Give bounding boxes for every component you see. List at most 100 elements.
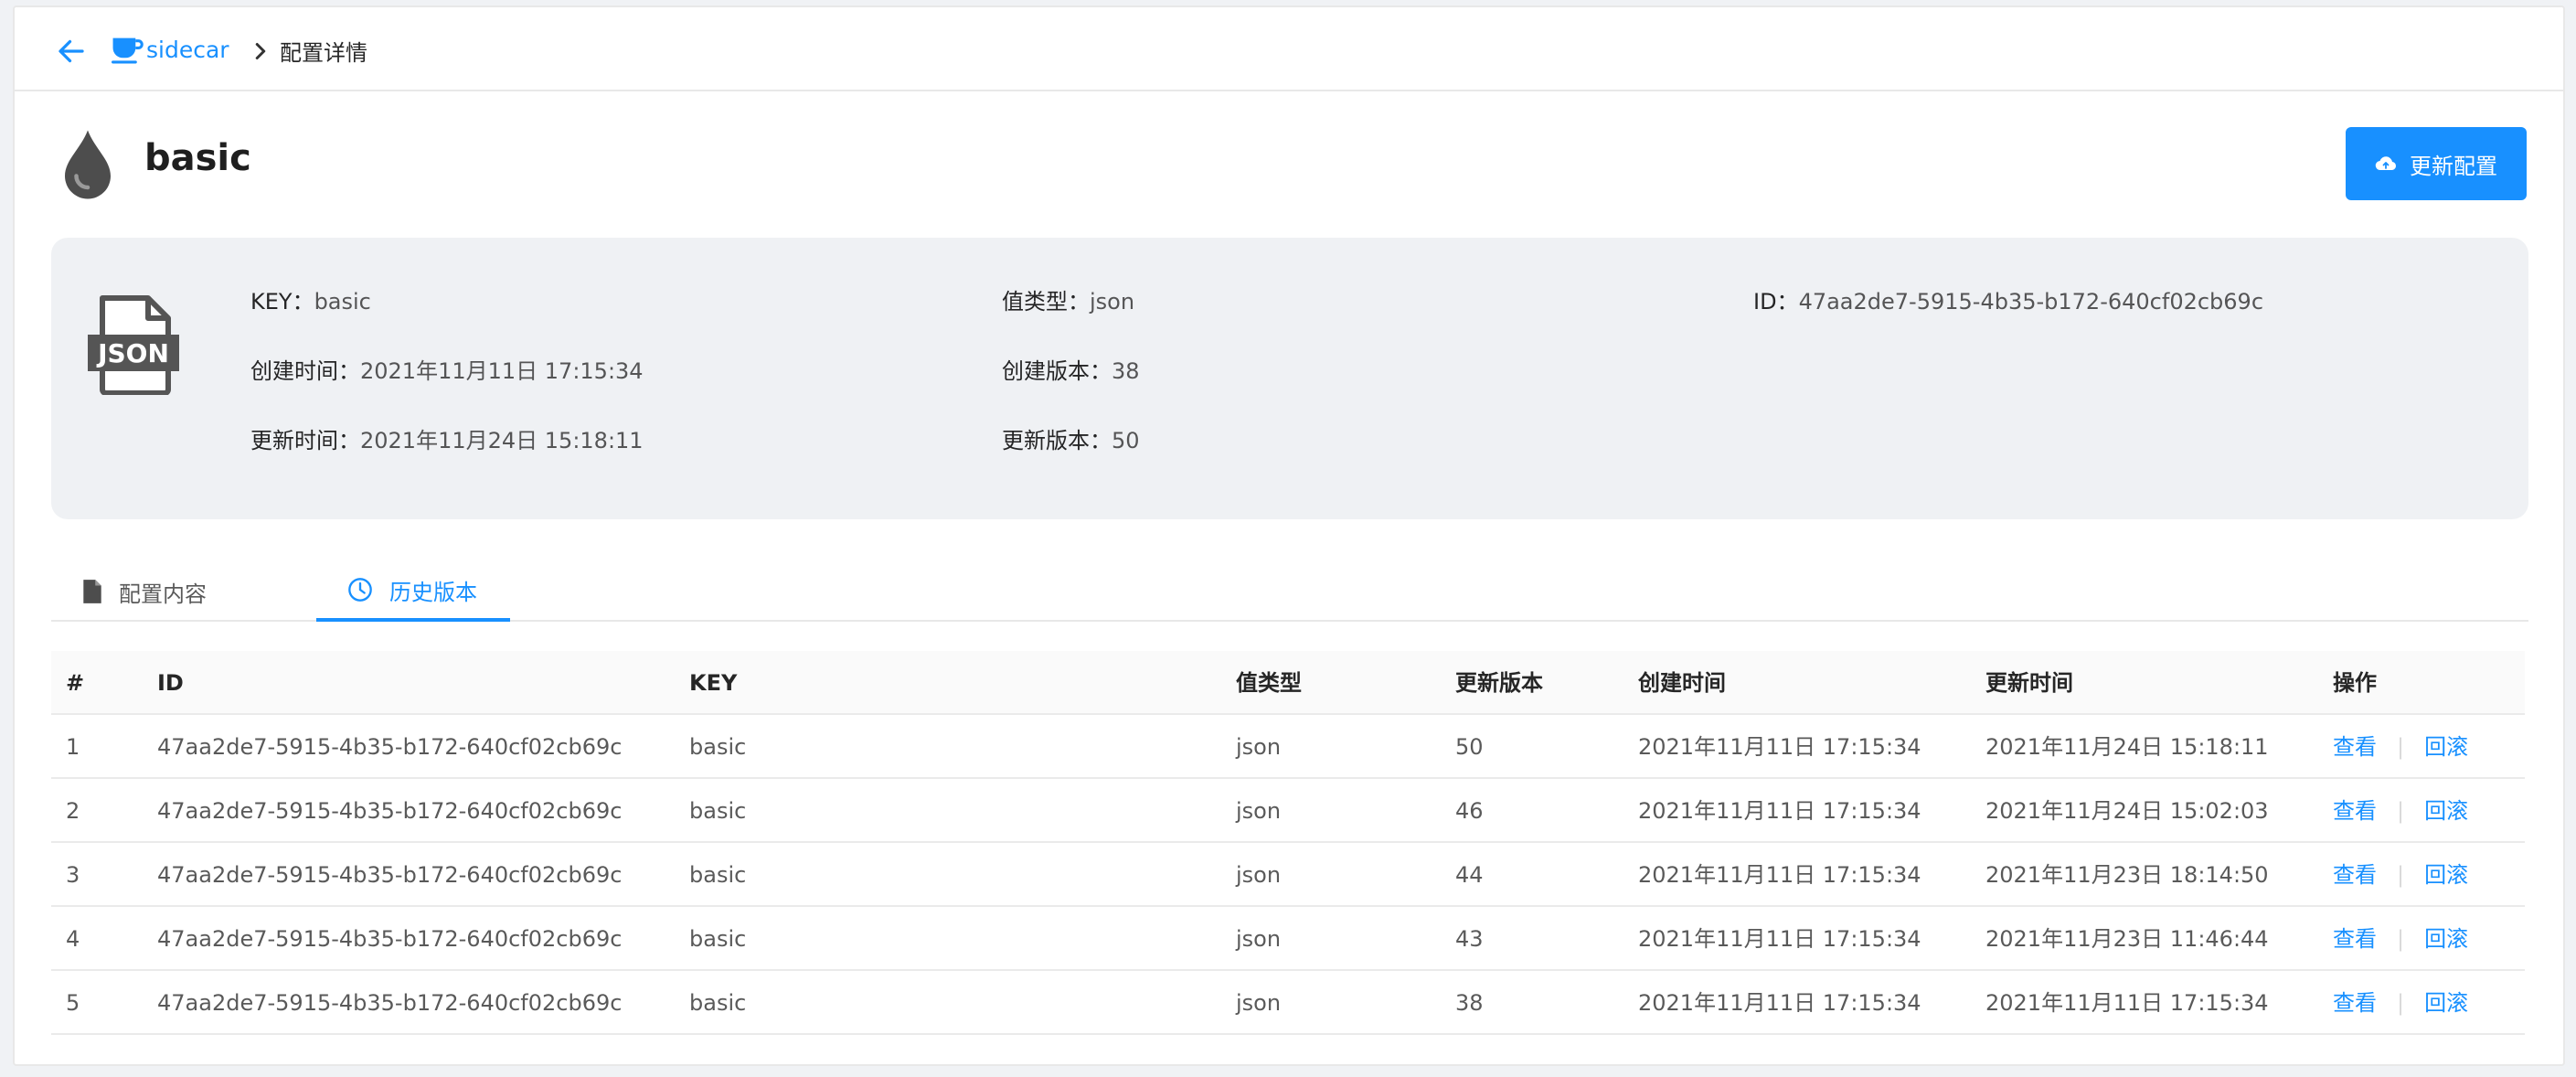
row-created-time: 2021年11月11日 17:15:34 — [1638, 990, 1921, 1016]
table-row: 4 47aa2de7-5915-4b35-b172-640cf02cb69c b… — [51, 907, 2525, 971]
tab-config-content[interactable]: 配置内容 — [51, 561, 238, 622]
row-index: 2 — [66, 798, 80, 824]
id-field: ID：47aa2de7-5915-4b35-b172-640cf02cb69c — [1753, 289, 2264, 315]
rollback-link[interactable]: 回滚 — [2424, 734, 2468, 760]
row-index: 4 — [66, 926, 80, 952]
header-id: ID — [157, 670, 184, 696]
row-key: basic — [689, 990, 747, 1016]
rollback-link[interactable]: 回滚 — [2424, 798, 2468, 824]
header-value-type: 值类型 — [1236, 670, 1302, 696]
row-created-time: 2021年11月11日 17:15:34 — [1638, 798, 1921, 824]
updated-time-field: 更新时间：2021年11月24日 15:18:11 — [250, 428, 644, 453]
row-value-type: json — [1236, 862, 1282, 888]
row-actions: 查看 | 回滚 — [2333, 971, 2468, 1035]
created-time-field: 创建时间：2021年11月11日 17:15:34 — [250, 358, 644, 384]
json-file-icon: JSON — [88, 295, 179, 395]
tab-history-versions[interactable]: 历史版本 — [316, 561, 510, 622]
row-value-type: json — [1236, 990, 1282, 1016]
header-created-time: 创建时间 — [1638, 670, 1726, 696]
row-version: 44 — [1455, 862, 1484, 888]
view-link[interactable]: 查看 — [2333, 862, 2377, 888]
back-arrow-icon[interactable] — [55, 35, 88, 68]
page-container: sidecar 配置详情 basic 更新配置 JSON KEY：basic 创… — [13, 5, 2565, 1066]
table-row: 2 47aa2de7-5915-4b35-b172-640cf02cb69c b… — [51, 779, 2525, 843]
update-config-button[interactable]: 更新配置 — [2346, 127, 2527, 200]
header-updated-time: 更新时间 — [1985, 670, 2073, 696]
rollback-link[interactable]: 回滚 — [2424, 862, 2468, 888]
row-updated-time: 2021年11月23日 18:14:50 — [1985, 862, 2269, 888]
value-type-field: 值类型：json — [1002, 289, 1135, 315]
view-link[interactable]: 查看 — [2333, 734, 2377, 760]
action-divider: | — [2397, 990, 2405, 1016]
action-divider: | — [2397, 734, 2405, 760]
breadcrumb-app-link[interactable]: sidecar — [110, 31, 229, 68]
row-value-type: json — [1236, 798, 1282, 824]
json-icon-text: JSON — [96, 338, 169, 368]
row-version: 43 — [1455, 926, 1484, 952]
coffee-cup-icon — [112, 37, 144, 64]
breadcrumb-app-label: sidecar — [146, 36, 229, 63]
action-divider: | — [2397, 926, 2405, 952]
chevron-right-icon — [255, 43, 266, 59]
row-key: basic — [689, 798, 747, 824]
file-icon — [83, 580, 101, 603]
view-link[interactable]: 查看 — [2333, 926, 2377, 952]
created-version-field: 创建版本：38 — [1002, 358, 1140, 384]
row-created-time: 2021年11月11日 17:15:34 — [1638, 734, 1921, 760]
cloud-upload-icon — [2375, 156, 2397, 171]
row-index: 5 — [66, 990, 80, 1016]
row-created-time: 2021年11月11日 17:15:34 — [1638, 862, 1921, 888]
rollback-link[interactable]: 回滚 — [2424, 990, 2468, 1016]
row-id: 47aa2de7-5915-4b35-b172-640cf02cb69c — [157, 798, 623, 824]
row-actions: 查看 | 回滚 — [2333, 715, 2468, 779]
view-link[interactable]: 查看 — [2333, 798, 2377, 824]
config-info-panel: JSON KEY：basic 创建时间：2021年11月11日 17:15:34… — [51, 238, 2528, 519]
row-updated-time: 2021年11月23日 11:46:44 — [1985, 926, 2269, 952]
row-version: 38 — [1455, 990, 1484, 1016]
row-index: 3 — [66, 862, 80, 888]
tab-config-content-label: 配置内容 — [119, 581, 207, 607]
row-value-type: json — [1236, 926, 1282, 952]
row-value-type: json — [1236, 734, 1282, 760]
tab-history-versions-label: 历史版本 — [389, 579, 477, 605]
header-actions: 操作 — [2333, 670, 2377, 696]
row-id: 47aa2de7-5915-4b35-b172-640cf02cb69c — [157, 862, 623, 888]
row-updated-time: 2021年11月24日 15:02:03 — [1985, 798, 2269, 824]
header-index: # — [66, 670, 85, 696]
header-key: KEY — [689, 670, 738, 696]
breadcrumb-current: 配置详情 — [280, 40, 367, 66]
history-table: # ID KEY 值类型 更新版本 创建时间 更新时间 操作 1 47aa2de… — [51, 651, 2525, 1035]
row-index: 1 — [66, 734, 80, 760]
row-version: 46 — [1455, 798, 1484, 824]
breadcrumb-bar: sidecar 配置详情 — [15, 7, 2563, 91]
action-divider: | — [2397, 862, 2405, 888]
row-actions: 查看 | 回滚 — [2333, 779, 2468, 843]
table-row: 3 47aa2de7-5915-4b35-b172-640cf02cb69c b… — [51, 843, 2525, 907]
updated-version-field: 更新版本：50 — [1002, 428, 1140, 453]
row-id: 47aa2de7-5915-4b35-b172-640cf02cb69c — [157, 734, 623, 760]
row-created-time: 2021年11月11日 17:15:34 — [1638, 926, 1921, 952]
row-version: 50 — [1455, 734, 1484, 760]
tab-bar: 配置内容 历史版本 — [51, 561, 2528, 622]
row-updated-time: 2021年11月11日 17:15:34 — [1985, 990, 2269, 1016]
table-row: 5 47aa2de7-5915-4b35-b172-640cf02cb69c b… — [51, 971, 2525, 1035]
update-config-label: 更新配置 — [2410, 153, 2497, 179]
row-updated-time: 2021年11月24日 15:18:11 — [1985, 734, 2269, 760]
action-divider: | — [2397, 798, 2405, 824]
row-key: basic — [689, 862, 747, 888]
view-link[interactable]: 查看 — [2333, 990, 2377, 1016]
page-title: basic — [144, 137, 251, 179]
row-actions: 查看 | 回滚 — [2333, 907, 2468, 971]
header-update-version: 更新版本 — [1455, 670, 1543, 696]
key-field: KEY：basic — [250, 289, 371, 315]
table-header: # ID KEY 值类型 更新版本 创建时间 更新时间 操作 — [51, 651, 2525, 715]
rollback-link[interactable]: 回滚 — [2424, 926, 2468, 952]
row-key: basic — [689, 926, 747, 952]
table-row: 1 47aa2de7-5915-4b35-b172-640cf02cb69c b… — [51, 715, 2525, 779]
row-actions: 查看 | 回滚 — [2333, 843, 2468, 907]
row-key: basic — [689, 734, 747, 760]
row-id: 47aa2de7-5915-4b35-b172-640cf02cb69c — [157, 990, 623, 1016]
drop-icon — [65, 130, 111, 199]
row-id: 47aa2de7-5915-4b35-b172-640cf02cb69c — [157, 926, 623, 952]
clock-icon — [348, 578, 372, 602]
